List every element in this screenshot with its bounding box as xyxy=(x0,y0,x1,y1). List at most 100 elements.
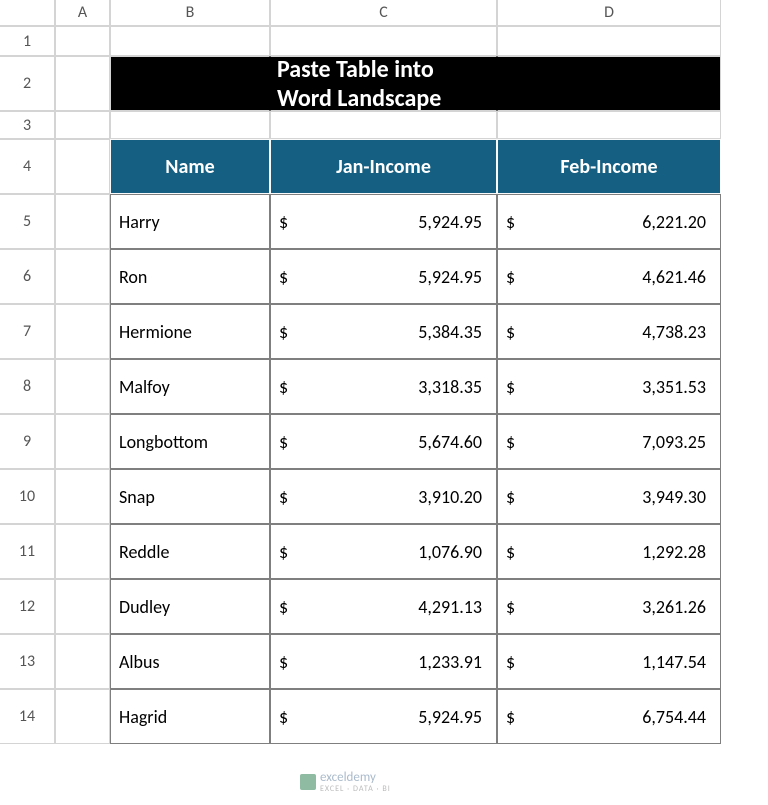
row-header-13[interactable]: 13 xyxy=(0,634,55,689)
jan-income-cell[interactable]: $5,674.60 xyxy=(270,414,497,469)
feb-income-cell[interactable]: $3,351.53 xyxy=(497,359,721,414)
name-value: Malfoy xyxy=(117,376,170,398)
row-header-5[interactable]: 5 xyxy=(0,194,55,249)
spreadsheet-grid: A B C D 1 2 Paste Table into Word Landsc… xyxy=(0,0,768,744)
jan-value: 3,910.20 xyxy=(418,486,490,508)
page-title[interactable]: Paste Table into Word Landscape xyxy=(270,56,497,111)
feb-value: 1,147.54 xyxy=(642,651,714,673)
cell-a6[interactable] xyxy=(55,249,110,304)
table-row[interactable]: Malfoy xyxy=(110,359,270,414)
jan-income-cell[interactable]: $1,233.91 xyxy=(270,634,497,689)
feb-income-cell[interactable]: $6,221.20 xyxy=(497,194,721,249)
cell-a14[interactable] xyxy=(55,689,110,744)
table-row[interactable]: Snap xyxy=(110,469,270,524)
table-row[interactable]: Reddle xyxy=(110,524,270,579)
feb-value: 3,949.30 xyxy=(642,486,714,508)
row-header-1[interactable]: 1 xyxy=(0,26,55,56)
cell-b1[interactable] xyxy=(110,26,270,56)
jan-value: 5,384.35 xyxy=(418,321,490,343)
jan-income-cell[interactable]: $5,384.35 xyxy=(270,304,497,359)
cell-c1[interactable] xyxy=(270,26,497,56)
jan-income-cell[interactable]: $4,291.13 xyxy=(270,579,497,634)
feb-value: 7,093.25 xyxy=(642,431,714,453)
row-header-10[interactable]: 10 xyxy=(0,469,55,524)
row-header-4[interactable]: 4 xyxy=(0,139,55,194)
jan-income-cell[interactable]: $5,924.95 xyxy=(270,194,497,249)
cell-a7[interactable] xyxy=(55,304,110,359)
title-cell-right[interactable] xyxy=(497,56,721,111)
feb-income-cell[interactable]: $4,738.23 xyxy=(497,304,721,359)
table-header-name[interactable]: Name xyxy=(110,139,270,194)
currency-symbol: $ xyxy=(277,706,288,728)
cell-a11[interactable] xyxy=(55,524,110,579)
name-value: Dudley xyxy=(117,596,170,618)
jan-value: 3,318.35 xyxy=(418,376,490,398)
table-row[interactable]: Albus xyxy=(110,634,270,689)
row-header-3[interactable]: 3 xyxy=(0,111,55,139)
select-all-corner[interactable] xyxy=(0,0,55,26)
row-header-6[interactable]: 6 xyxy=(0,249,55,304)
feb-income-cell[interactable]: $1,292.28 xyxy=(497,524,721,579)
table-header-feb[interactable]: Feb-Income xyxy=(497,139,721,194)
cell-a8[interactable] xyxy=(55,359,110,414)
cell-a4[interactable] xyxy=(55,139,110,194)
row-header-9[interactable]: 9 xyxy=(0,414,55,469)
col-header-a[interactable]: A xyxy=(55,0,110,26)
currency-symbol: $ xyxy=(277,596,288,618)
jan-income-cell[interactable]: $1,076.90 xyxy=(270,524,497,579)
feb-income-cell[interactable]: $7,093.25 xyxy=(497,414,721,469)
name-value: Longbottom xyxy=(117,431,208,453)
title-cell-left[interactable] xyxy=(110,56,270,111)
table-row[interactable]: Hagrid xyxy=(110,689,270,744)
currency-symbol: $ xyxy=(277,431,288,453)
table-header-jan[interactable]: Jan-Income xyxy=(270,139,497,194)
table-row[interactable]: Harry xyxy=(110,194,270,249)
cell-b3[interactable] xyxy=(110,111,270,139)
jan-income-cell[interactable]: $3,910.20 xyxy=(270,469,497,524)
feb-income-cell[interactable]: $3,949.30 xyxy=(497,469,721,524)
cell-a3[interactable] xyxy=(55,111,110,139)
cell-a13[interactable] xyxy=(55,634,110,689)
cell-a10[interactable] xyxy=(55,469,110,524)
cell-d1[interactable] xyxy=(497,26,721,56)
cell-a9[interactable] xyxy=(55,414,110,469)
row-header-2[interactable]: 2 xyxy=(0,56,55,111)
cell-d3[interactable] xyxy=(497,111,721,139)
row-header-8[interactable]: 8 xyxy=(0,359,55,414)
row-header-12[interactable]: 12 xyxy=(0,579,55,634)
name-value: Albus xyxy=(117,651,160,673)
jan-income-cell[interactable]: $3,318.35 xyxy=(270,359,497,414)
cell-a5[interactable] xyxy=(55,194,110,249)
feb-value: 3,261.26 xyxy=(642,596,714,618)
name-value: Reddle xyxy=(117,541,169,563)
table-row[interactable]: Dudley xyxy=(110,579,270,634)
watermark-brand: exceldemy xyxy=(320,770,376,785)
row-header-14[interactable]: 14 xyxy=(0,689,55,744)
row-header-7[interactable]: 7 xyxy=(0,304,55,359)
jan-income-cell[interactable]: $5,924.95 xyxy=(270,249,497,304)
feb-income-cell[interactable]: $3,261.26 xyxy=(497,579,721,634)
currency-symbol: $ xyxy=(504,486,515,508)
table-row[interactable]: Hermione xyxy=(110,304,270,359)
col-header-d[interactable]: D xyxy=(497,0,721,26)
cell-c3[interactable] xyxy=(270,111,497,139)
col-header-b[interactable]: B xyxy=(110,0,270,26)
cell-a12[interactable] xyxy=(55,579,110,634)
feb-value: 1,292.28 xyxy=(642,541,714,563)
watermark: exceldemy EXCEL · DATA · BI xyxy=(300,770,391,793)
feb-income-cell[interactable]: $6,754.44 xyxy=(497,689,721,744)
cell-a1[interactable] xyxy=(55,26,110,56)
name-value: Hermione xyxy=(117,321,192,343)
feb-value: 6,221.20 xyxy=(642,211,714,233)
table-row[interactable]: Longbottom xyxy=(110,414,270,469)
jan-income-cell[interactable]: $5,924.95 xyxy=(270,689,497,744)
cell-a2[interactable] xyxy=(55,56,110,111)
currency-symbol: $ xyxy=(277,211,288,233)
feb-income-cell[interactable]: $1,147.54 xyxy=(497,634,721,689)
jan-value: 5,924.95 xyxy=(418,211,490,233)
feb-income-cell[interactable]: $4,621.46 xyxy=(497,249,721,304)
feb-value: 4,738.23 xyxy=(642,321,714,343)
table-row[interactable]: Ron xyxy=(110,249,270,304)
row-header-11[interactable]: 11 xyxy=(0,524,55,579)
col-header-c[interactable]: C xyxy=(270,0,497,26)
